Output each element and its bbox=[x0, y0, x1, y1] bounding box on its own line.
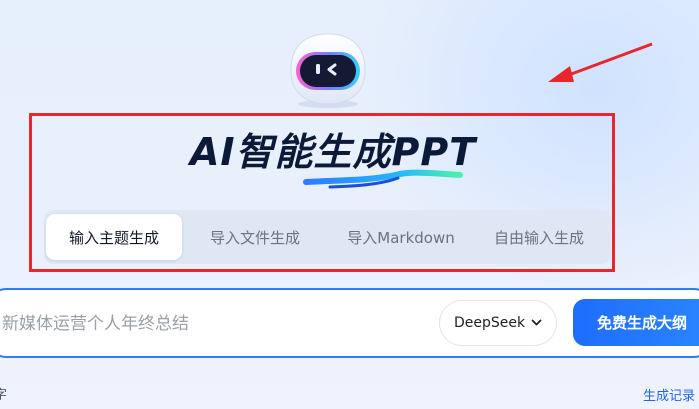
tab-free-input[interactable]: 自由输入生成 bbox=[474, 214, 604, 260]
history-link[interactable]: 生成记录 bbox=[643, 385, 695, 404]
chevron-down-icon bbox=[531, 319, 542, 326]
annotation-arrow-icon bbox=[548, 42, 653, 82]
robot-mascot-icon bbox=[290, 33, 366, 108]
tab-import-markdown[interactable]: 导入Markdown bbox=[328, 214, 474, 260]
tab-topic-generate[interactable]: 输入主题生成 bbox=[46, 214, 182, 260]
model-select[interactable]: DeepSeek bbox=[439, 300, 557, 346]
topic-input[interactable] bbox=[0, 302, 424, 346]
footer-left-text: 字 bbox=[0, 388, 8, 403]
tab-import-file[interactable]: 导入文件生成 bbox=[182, 214, 328, 260]
generation-mode-tabs: 输入主题生成 导入文件生成 导入Markdown 自由输入生成 bbox=[44, 210, 611, 264]
generate-outline-button[interactable]: 免费生成大纲 bbox=[573, 299, 699, 346]
model-select-value: DeepSeek bbox=[453, 315, 526, 331]
